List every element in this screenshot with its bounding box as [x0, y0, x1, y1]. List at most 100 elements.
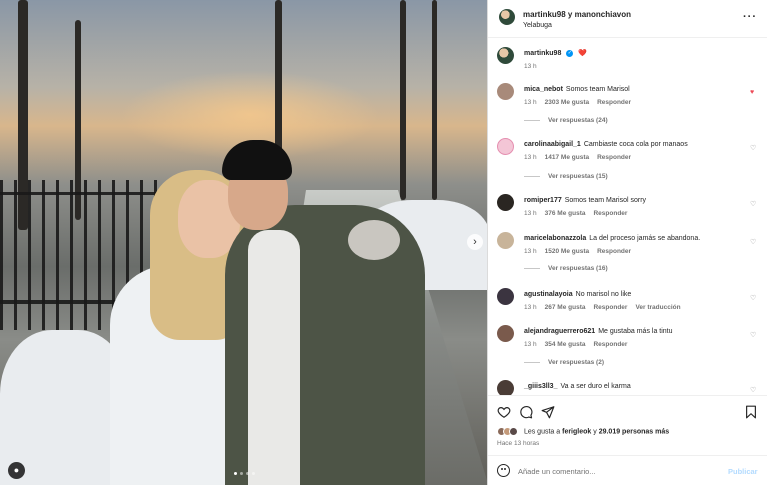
comment-icon[interactable]	[519, 405, 533, 419]
post-time-ago: Hace 13 horas	[497, 440, 540, 447]
add-comment-bar: Publicar	[488, 455, 767, 485]
comment-body: No marisol no like	[575, 291, 632, 298]
carousel-dots	[234, 472, 255, 475]
post-photo[interactable]: › ●	[0, 0, 488, 485]
bookmark-icon[interactable]	[744, 405, 758, 419]
comment-meta: 13 h 376 Me gusta Responder	[524, 210, 635, 217]
comment-like-heart-icon[interactable]: ♡	[750, 386, 756, 394]
comment-likes[interactable]: 1417 Me gusta	[545, 154, 589, 161]
comment-body: Cambiaste coca cola por manaos	[583, 141, 688, 148]
verified-badge-icon: ✓	[566, 49, 574, 57]
comment-likes[interactable]: 376 Me gusta	[545, 210, 586, 217]
reply-button[interactable]: Responder	[597, 154, 631, 161]
comment-like-heart-icon[interactable]: ♡	[750, 200, 756, 208]
view-replies-button[interactable]: Ver respuestas (2)	[524, 359, 604, 366]
tree-trunk	[400, 0, 406, 200]
send-icon[interactable]	[541, 405, 555, 419]
comment-username[interactable]: agustinalayoia	[524, 291, 573, 298]
commenter-avatar[interactable]	[497, 288, 514, 305]
user-icon: ●	[13, 465, 20, 475]
post-actions: Les gusta a ferigleok y 29.019 personas …	[488, 395, 767, 485]
comment-likes[interactable]: 267 Me gusta	[545, 304, 586, 311]
tagged-users-button[interactable]: ●	[8, 462, 25, 479]
caption-text: martinku98 ✓ ❤️	[524, 49, 744, 59]
commenter-avatar[interactable]	[497, 380, 514, 395]
comment-body: La del proceso jamás se abandona.	[589, 235, 701, 242]
man-shirt	[248, 230, 300, 485]
reply-button[interactable]: Responder	[597, 99, 631, 106]
comment-username[interactable]: maricelabonazzola	[524, 235, 586, 242]
comment-username[interactable]: carolinaabigail_1	[524, 141, 581, 148]
comment-text: _giiis3ll3_ Va a ser duro el karma	[524, 382, 744, 392]
coat-fur-collar	[348, 220, 400, 260]
post-header: martinku98 y manonchiavon Yelabuga ···	[488, 0, 767, 38]
commenter-avatar[interactable]	[497, 325, 514, 342]
view-replies-button[interactable]: Ver respuestas (15)	[524, 173, 608, 180]
comment-body: Me gustaba más la tintu	[598, 328, 673, 335]
comment-time: 13 h	[524, 154, 537, 161]
heart-icon[interactable]	[497, 405, 511, 419]
comment-username[interactable]: mica_nebot	[524, 86, 563, 93]
comment-username[interactable]: _giiis3ll3_	[524, 383, 557, 390]
reply-button[interactable]: Responder	[593, 304, 627, 311]
comment-like-heart-icon[interactable]: ♡	[750, 144, 756, 152]
likes-prefix: Les gusta a	[523, 428, 561, 436]
comment-time: 13 h	[524, 99, 537, 106]
commenter-avatar[interactable]	[497, 83, 514, 100]
likes-count[interactable]: 29.019 personas más	[599, 428, 669, 435]
comment-meta: 13 h 1520 Me gusta Responder	[524, 248, 639, 255]
comment-like-heart-icon[interactable]: ♡	[750, 294, 756, 302]
reply-button[interactable]: Responder	[593, 210, 627, 217]
reply-button[interactable]: Responder	[597, 248, 631, 255]
comment-likes[interactable]: 2303 Me gusta	[545, 99, 589, 106]
next-slide-button[interactable]: ›	[467, 234, 483, 250]
see-translation-button[interactable]: Ver traducción	[635, 304, 680, 311]
post-location[interactable]: Yelabuga	[523, 22, 552, 29]
commenter-avatar[interactable]	[497, 138, 514, 155]
caption-meta: 13 h	[524, 63, 545, 70]
comment-like-heart-icon[interactable]: ♡	[750, 238, 756, 246]
chevron-right-icon: ›	[473, 236, 477, 248]
view-replies-button[interactable]: Ver respuestas (16)	[524, 265, 608, 272]
commenter-avatar[interactable]	[497, 194, 514, 211]
comment-body: Va a ser duro el karma	[560, 383, 631, 390]
comment-text: agustinalayoia No marisol no like	[524, 290, 744, 300]
comment-username[interactable]: alejandraguerrero621	[524, 328, 595, 335]
comment-like-heart-icon[interactable]: ♡	[750, 331, 756, 339]
commenter-avatar[interactable]	[497, 232, 514, 249]
publish-button[interactable]: Publicar	[728, 467, 758, 476]
author-names[interactable]: martinku98 y manonchiavon	[523, 10, 631, 19]
liker-avatar	[509, 427, 518, 436]
comment-username[interactable]: romiper177	[524, 197, 562, 204]
comment-meta: 13 h 2303 Me gusta Responder	[524, 99, 639, 106]
comment-time: 13 h	[524, 210, 537, 217]
comment-likes[interactable]: 354 Me gusta	[545, 341, 586, 348]
comment-likes[interactable]: 1520 Me gusta	[545, 248, 589, 255]
comment-time: 13 h	[524, 341, 537, 348]
carousel-dot	[246, 472, 249, 475]
emoji-icon[interactable]	[497, 464, 510, 477]
likes-summary[interactable]: Les gusta a ferigleok y 29.019 personas …	[497, 427, 669, 436]
reply-button[interactable]: Responder	[593, 341, 627, 348]
comment-body: Somos team Marisol sorry	[564, 197, 647, 204]
caption-time: 13 h	[524, 63, 537, 70]
comment-input[interactable]	[518, 463, 708, 479]
comment-text: alejandraguerrero621 Me gustaba más la ti…	[524, 327, 744, 337]
post-sidebar: martinku98 y manonchiavon Yelabuga ··· m…	[488, 0, 767, 485]
likes-mid: y	[593, 428, 597, 436]
view-replies-button[interactable]: Ver respuestas (24)	[524, 117, 608, 124]
likes-user[interactable]: ferigleok	[562, 428, 591, 435]
author-avatar[interactable]	[499, 9, 515, 25]
comments-list[interactable]: martinku98 ✓ ❤️ 13 h mica_nebot Somos team…	[488, 38, 767, 395]
caption-avatar[interactable]	[497, 47, 514, 64]
comment-like-heart-icon[interactable]: ♥	[750, 89, 754, 96]
comment-meta: 13 h 354 Me gusta Responder	[524, 341, 635, 348]
carousel-dot	[240, 472, 243, 475]
comment-meta: 13 h 1417 Me gusta Responder	[524, 154, 639, 161]
carousel-dot	[252, 472, 255, 475]
comment-text: romiper177 Somos team Marisol sorry	[524, 196, 744, 206]
comment-time: 13 h	[524, 248, 537, 255]
more-dots-icon[interactable]: ···	[743, 11, 757, 23]
comment-text: carolinaabigail_1 Cambiaste coca cola por…	[524, 140, 744, 150]
caption-username[interactable]: martinku98	[524, 50, 561, 57]
